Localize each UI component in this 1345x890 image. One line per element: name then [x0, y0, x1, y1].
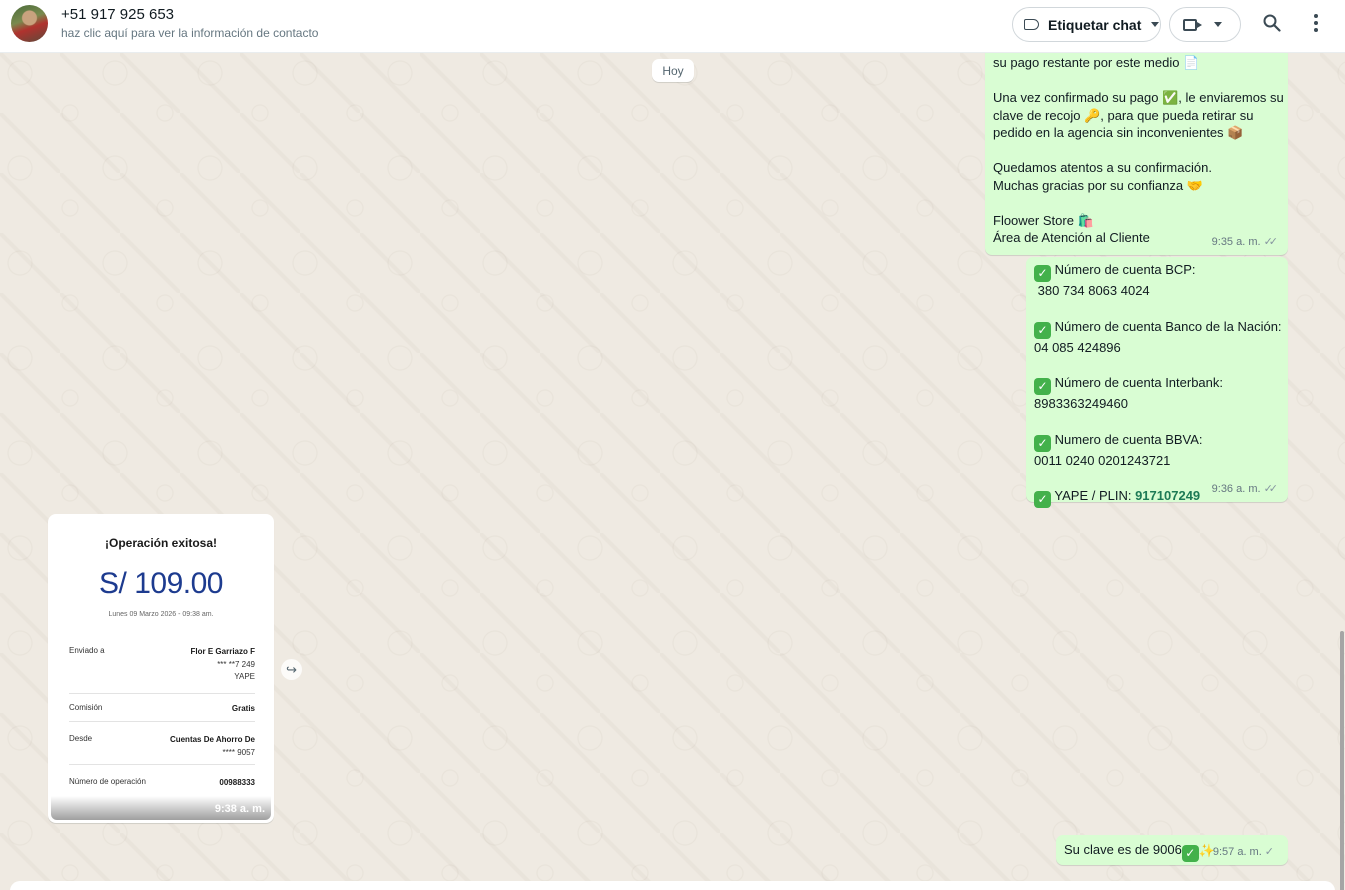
- message-meta: 9:36 a. m. ✓✓: [1212, 480, 1278, 498]
- message-text: Su clave es de 9006: [1064, 842, 1182, 857]
- message-line: Una vez confirmado su pago ✅, le enviare…: [993, 90, 1284, 105]
- message-line: su pago restante por este medio 📄: [993, 55, 1200, 70]
- receipt-value-group: Cuentas De Ahorro De **** 9057: [170, 734, 255, 759]
- message-line: ✓ Numero de cuenta BBVA:: [1034, 431, 1280, 452]
- chevron-down-icon: [1151, 22, 1160, 27]
- menu-dots-icon[interactable]: [1313, 14, 1319, 34]
- incoming-image-message[interactable]: ¡Operación exitosa! S/ 109.00 Lunes 09 M…: [48, 514, 274, 823]
- chat-header: +51 917 925 653 haz clic aquí para ver l…: [0, 0, 1345, 53]
- receipt-operation-number: 00988333: [219, 778, 255, 787]
- chevron-down-icon: [1214, 22, 1222, 27]
- video-call-icon: [1183, 18, 1202, 31]
- interbank-account-number: 8983363249460: [1034, 396, 1128, 411]
- forward-icon[interactable]: ↪: [281, 659, 302, 680]
- receipt-from-account: Cuentas De Ahorro De: [169, 735, 255, 744]
- receipt-from-number: **** 9057: [222, 747, 255, 757]
- message-line: [993, 72, 1280, 90]
- divider: [69, 721, 255, 722]
- message-time: 9:38 a. m.: [214, 803, 265, 815]
- contact-name[interactable]: +51 917 925 653: [61, 6, 174, 23]
- message-meta: 9:57 a. m. ✓: [1213, 844, 1278, 862]
- double-check-icon: ✓✓: [1263, 235, 1279, 248]
- divider: [69, 693, 255, 694]
- outgoing-message[interactable]: Su clave es de 9006 ✓ ✨ 9:57 a. m. ✓: [1056, 835, 1288, 865]
- date-divider: Hoy: [652, 59, 694, 82]
- check-mark-icon: ✓: [1034, 434, 1051, 452]
- message-line: Floower Store 🛍️: [993, 212, 1094, 228]
- message-meta: 9:35 a. m. ✓✓: [1212, 234, 1278, 252]
- receipt-row-operation: Número de operación 00988333: [69, 777, 255, 791]
- message-composer[interactable]: [10, 881, 1335, 890]
- receipt-recipient-app: YAPE: [234, 672, 255, 681]
- message-line: ✓ Número de cuenta Interbank:: [1034, 374, 1280, 395]
- receipt-value-group: Gratis: [232, 703, 255, 716]
- outgoing-message[interactable]: su pago restante por este medio 📄 Una ve…: [985, 35, 1288, 255]
- message-line: Muchas gracias por su confianza 🤝: [993, 177, 1203, 193]
- receipt-label: Número de operación: [69, 777, 146, 786]
- message-line: Quedamos atentos a su confirmación.: [993, 160, 1212, 175]
- bbva-account-number: 0011 0240 0201243721: [1034, 452, 1171, 468]
- bcp-account-number: 380 734 8063 4024: [1034, 283, 1150, 298]
- message-time: 9:36 a. m.: [1211, 483, 1261, 495]
- bbva-label: Numero de cuenta BBVA:: [1054, 431, 1203, 447]
- check-mark-icon: ✓: [1181, 845, 1199, 862]
- check-mark-icon: ✓: [1034, 378, 1051, 395]
- check-mark-icon: ✓: [1034, 491, 1051, 508]
- bcp-label: Número de cuenta BCP:: [1054, 262, 1196, 277]
- scrollbar-thumb[interactable]: [1340, 631, 1344, 890]
- message-line: ✓ Número de cuenta Banco de la Nación:: [1034, 318, 1282, 339]
- message-time: 9:57 a. m.: [1212, 845, 1262, 858]
- message-line: pedido en la agencia sin inconvenientes …: [993, 125, 1244, 140]
- nacion-account-number: 04 085 424896: [1034, 339, 1121, 355]
- message-line: [993, 142, 1280, 160]
- receipt-amount: S/ 109.00: [99, 567, 223, 600]
- outgoing-message[interactable]: ✓ Número de cuenta BCP: 380 734 8063 402…: [1026, 257, 1288, 508]
- double-check-icon: ✓✓: [1263, 483, 1279, 495]
- interbank-label: Número de cuenta Interbank:: [1054, 375, 1224, 390]
- receipt-title: ¡Operación exitosa!: [104, 536, 218, 550]
- receipt-label: Enviado a: [69, 646, 105, 655]
- yape-phone-link[interactable]: 917107249: [1135, 488, 1200, 503]
- yape-label: YAPE / PLIN:: [1054, 488, 1136, 503]
- receipt-value-group: 00988333: [219, 777, 255, 790]
- receipt-label: Desde: [69, 734, 93, 743]
- contact-info-hint[interactable]: haz clic aquí para ver la información de…: [61, 26, 318, 40]
- message-line: ✓ Número de cuenta BCP:: [1034, 261, 1280, 282]
- message-time: 9:35 a. m.: [1211, 235, 1261, 248]
- message-line: clave de recojo 🔑, para que pueda retira…: [993, 107, 1254, 123]
- label-chat-text: Etiquetar chat: [1048, 16, 1142, 33]
- scrollbar[interactable]: [1339, 53, 1345, 890]
- check-mark-icon: ✓: [1034, 265, 1051, 282]
- divider: [69, 764, 255, 765]
- search-icon[interactable]: [1263, 14, 1281, 32]
- receipt-row-sent-to: Enviado a Flor E Garriazo F *** **7 249 …: [69, 646, 255, 686]
- check-mark-icon: ✓: [1034, 321, 1051, 339]
- receipt-row-commission: Comisión Gratis: [69, 703, 255, 717]
- receipt-date: Lunes 09 Marzo 2026 - 09:38 am.: [108, 611, 214, 618]
- receipt-row-from: Desde Cuentas De Ahorro De **** 9057: [69, 734, 255, 762]
- receipt-recipient-phone: *** **7 249: [217, 659, 255, 669]
- message-line: [993, 194, 1280, 212]
- receipt-recipient-name: Flor E Garriazo F: [190, 647, 255, 656]
- nacion-label: Número de cuenta Banco de la Nación:: [1054, 318, 1282, 334]
- contact-avatar[interactable]: [11, 5, 48, 42]
- receipt-commission-value: Gratis: [231, 704, 255, 713]
- payment-receipt-image[interactable]: ¡Operación exitosa! S/ 109.00 Lunes 09 M…: [51, 517, 271, 820]
- label-chat-button[interactable]: Etiquetar chat: [1012, 7, 1161, 42]
- video-call-button[interactable]: [1169, 7, 1241, 42]
- receipt-label: Comisión: [69, 703, 103, 712]
- single-check-icon: ✓: [1264, 845, 1274, 858]
- label-icon: [1024, 19, 1039, 30]
- receipt-value-group: Flor E Garriazo F *** **7 249 YAPE: [191, 646, 255, 684]
